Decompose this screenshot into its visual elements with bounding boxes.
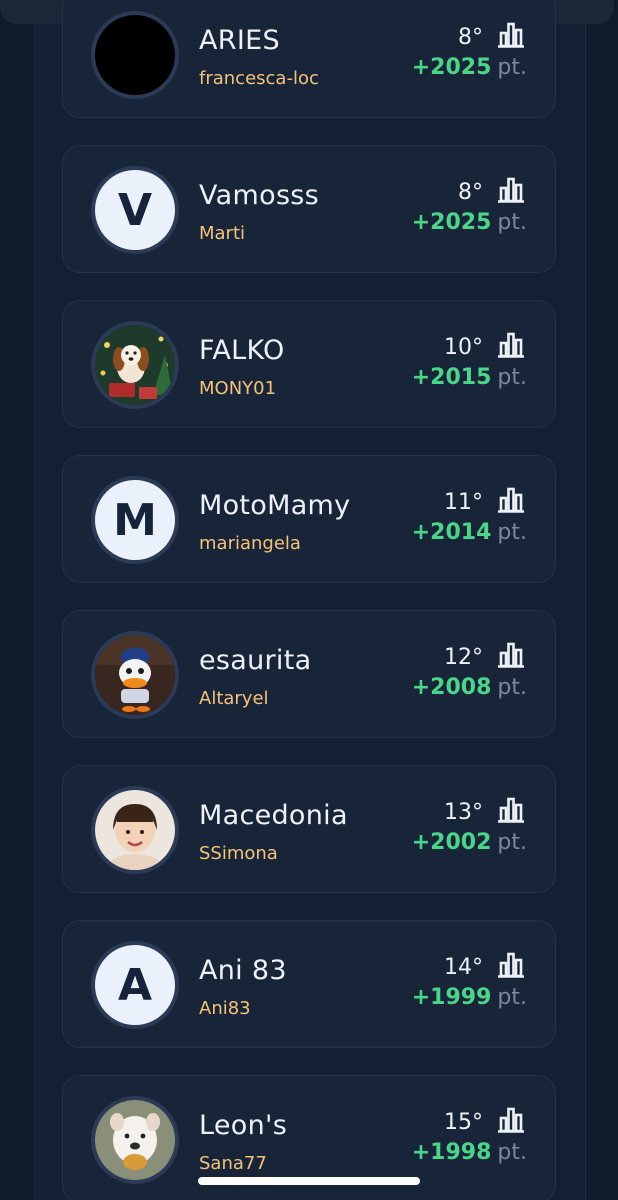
bar-chart-icon[interactable] [497,21,525,49]
team-name: Vamosss [199,180,320,211]
team-name: Leon's [199,1110,288,1141]
points-unit: pt. [497,55,527,80]
points-unit: pt. [497,210,527,235]
avatar: V [91,166,179,254]
points-value: +2014 [411,520,492,545]
points-value: +2025 [411,55,492,80]
points-unit: pt. [497,365,527,390]
leaderboard-row[interactable]: V Vamosss Marti 8° +2025 pt. [62,145,556,273]
points: +2025 pt. [412,210,527,235]
points-unit: pt. [497,1140,527,1165]
rank: 15° [444,1110,483,1135]
points-value: +2015 [411,365,492,390]
user-name: Ani83 [199,998,251,1019]
child-photo [95,790,175,870]
points: +1999 pt. [412,985,527,1010]
user-name: SSimona [199,843,278,864]
points-value: +2025 [411,210,492,235]
avatar: M [91,476,179,564]
duck-figure-photo [95,635,175,715]
bar-chart-icon[interactable] [497,1106,525,1134]
dog-christmas-photo [95,325,175,405]
rank: 14° [444,955,483,980]
team-name: Ani 83 [199,955,287,986]
points-unit: pt. [497,675,527,700]
rank: 8° [458,180,483,205]
points-value: +1998 [411,1140,492,1165]
rank: 8° [458,25,483,50]
team-name: Macedonia [199,800,348,831]
points: +2008 pt. [412,675,527,700]
points-unit: pt. [497,985,527,1010]
leaderboard-screen: ARIES francesca-loc 8° +2025 pt. V Vamoss… [0,0,618,1200]
points-value: +1999 [411,985,492,1010]
bar-chart-icon[interactable] [497,641,525,669]
rank: 13° [444,800,483,825]
leaderboard-row[interactable]: A Ani 83 Ani83 14° +1999 pt. [62,920,556,1048]
user-name: mariangela [199,533,301,554]
avatar [91,1096,179,1184]
rank: 11° [444,490,483,515]
leaderboard-row[interactable]: esaurita Altaryel 12° +2008 pt. [62,610,556,738]
points: +1998 pt. [412,1140,527,1165]
points-value: +2002 [411,830,492,855]
leaderboard-row[interactable]: Macedonia SSimona 13° +2002 pt. [62,765,556,893]
avatar [91,11,179,99]
user-name: Sana77 [199,1153,267,1174]
bar-chart-icon[interactable] [497,486,525,514]
points: +2014 pt. [412,520,527,545]
rank: 12° [444,645,483,670]
leaderboard-row[interactable]: FALKO MONY01 10° +2015 pt. [62,300,556,428]
points-unit: pt. [497,830,527,855]
points-value: +2008 [411,675,492,700]
user-name: Altaryel [199,688,269,709]
points-unit: pt. [497,520,527,545]
team-name: MotoMamy [199,490,351,521]
leaderboard-row[interactable]: ARIES francesca-loc 8° +2025 pt. [62,0,556,118]
avatar [91,786,179,874]
points: +2025 pt. [412,55,527,80]
bar-chart-icon[interactable] [497,951,525,979]
bar-chart-icon[interactable] [497,796,525,824]
bulldog-photo [95,1100,175,1180]
user-name: francesca-loc [199,68,319,89]
bar-chart-icon[interactable] [497,331,525,359]
points: +2015 pt. [412,365,527,390]
rank: 10° [444,335,483,360]
avatar [91,321,179,409]
team-name: ARIES [199,25,280,56]
avatar [91,631,179,719]
leaderboard-row[interactable]: M MotoMamy mariangela 11° +2014 pt. [62,455,556,583]
user-name: MONY01 [199,378,277,399]
user-name: Marti [199,223,246,244]
points: +2002 pt. [412,830,527,855]
avatar: A [91,941,179,1029]
team-name: esaurita [199,645,312,676]
home-indicator[interactable] [198,1177,420,1185]
team-name: FALKO [199,335,285,366]
bar-chart-icon[interactable] [497,176,525,204]
